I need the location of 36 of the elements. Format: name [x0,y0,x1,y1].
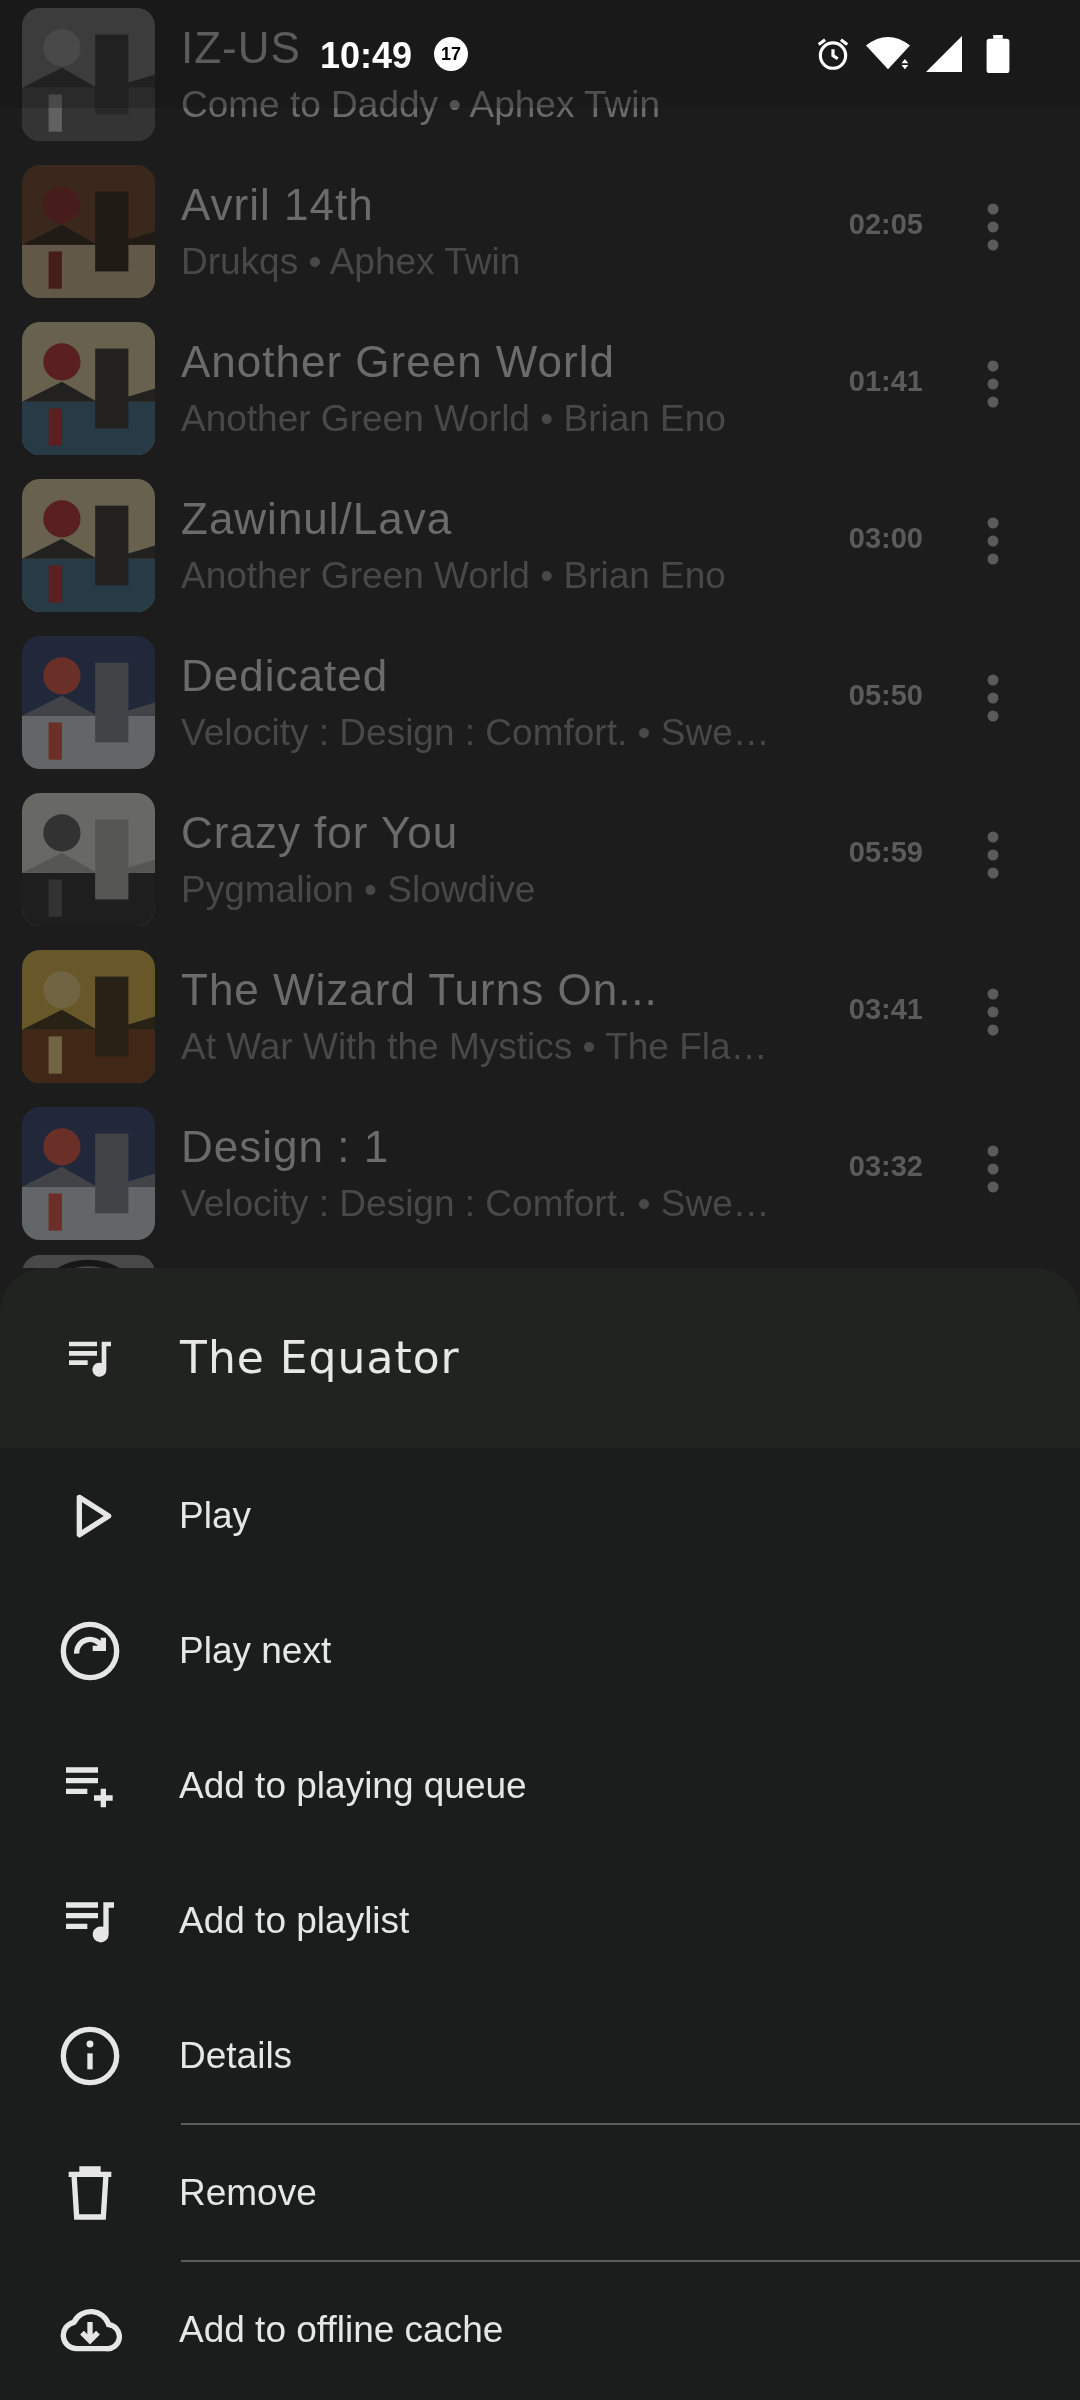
track-duration: 01:41 [847,363,923,399]
more-icon [987,830,999,879]
track-duration: 05:59 [847,834,923,870]
signal-icon [924,34,964,74]
more-icon [987,987,999,1036]
track-subtitle: Come to Daddy • Aphex Twin [181,82,661,127]
track-title: Design : 1 [181,1120,390,1173]
battery-icon [986,35,1010,73]
track-duration: 02:05 [847,206,923,242]
track-title: Zawinul/Lava [181,492,453,545]
menu-item[interactable]: Add to playing queue [0,1718,1080,1853]
track-duration: 05:50 [847,677,923,713]
clock: 10:49 [320,34,413,78]
menu-item[interactable]: Add to offline cache [0,2262,1080,2397]
menu-item[interactable]: Play next [0,1583,1080,1718]
track-title: Avril 14th [181,178,374,231]
track-title: IZ-US [181,21,301,74]
track-duration: 03:41 [847,991,923,1027]
track-duration: 03:00 [847,520,923,556]
menu-item[interactable]: Remove [0,2125,1080,2260]
more-icon [987,516,999,565]
more-icon [987,673,999,722]
sheet-title: The Equator [180,1331,460,1385]
menu-item[interactable]: Details [0,1988,1080,2123]
more-icon [987,202,999,251]
notification-badge: 17 [434,37,469,71]
track-title: Crazy for You [181,806,459,859]
wifi-icon [866,36,910,72]
track-duration: 03:32 [847,1148,923,1184]
track-title: Another Green World [181,335,615,388]
menu-item[interactable]: Add to playlist [0,1853,1080,1988]
more-icon [987,1144,999,1193]
track-title: The Wizard Turns On... [181,963,658,1016]
menu-item[interactable]: Play [0,1448,1080,1583]
track-title: Dedicated [181,649,389,702]
more-icon [987,359,999,408]
